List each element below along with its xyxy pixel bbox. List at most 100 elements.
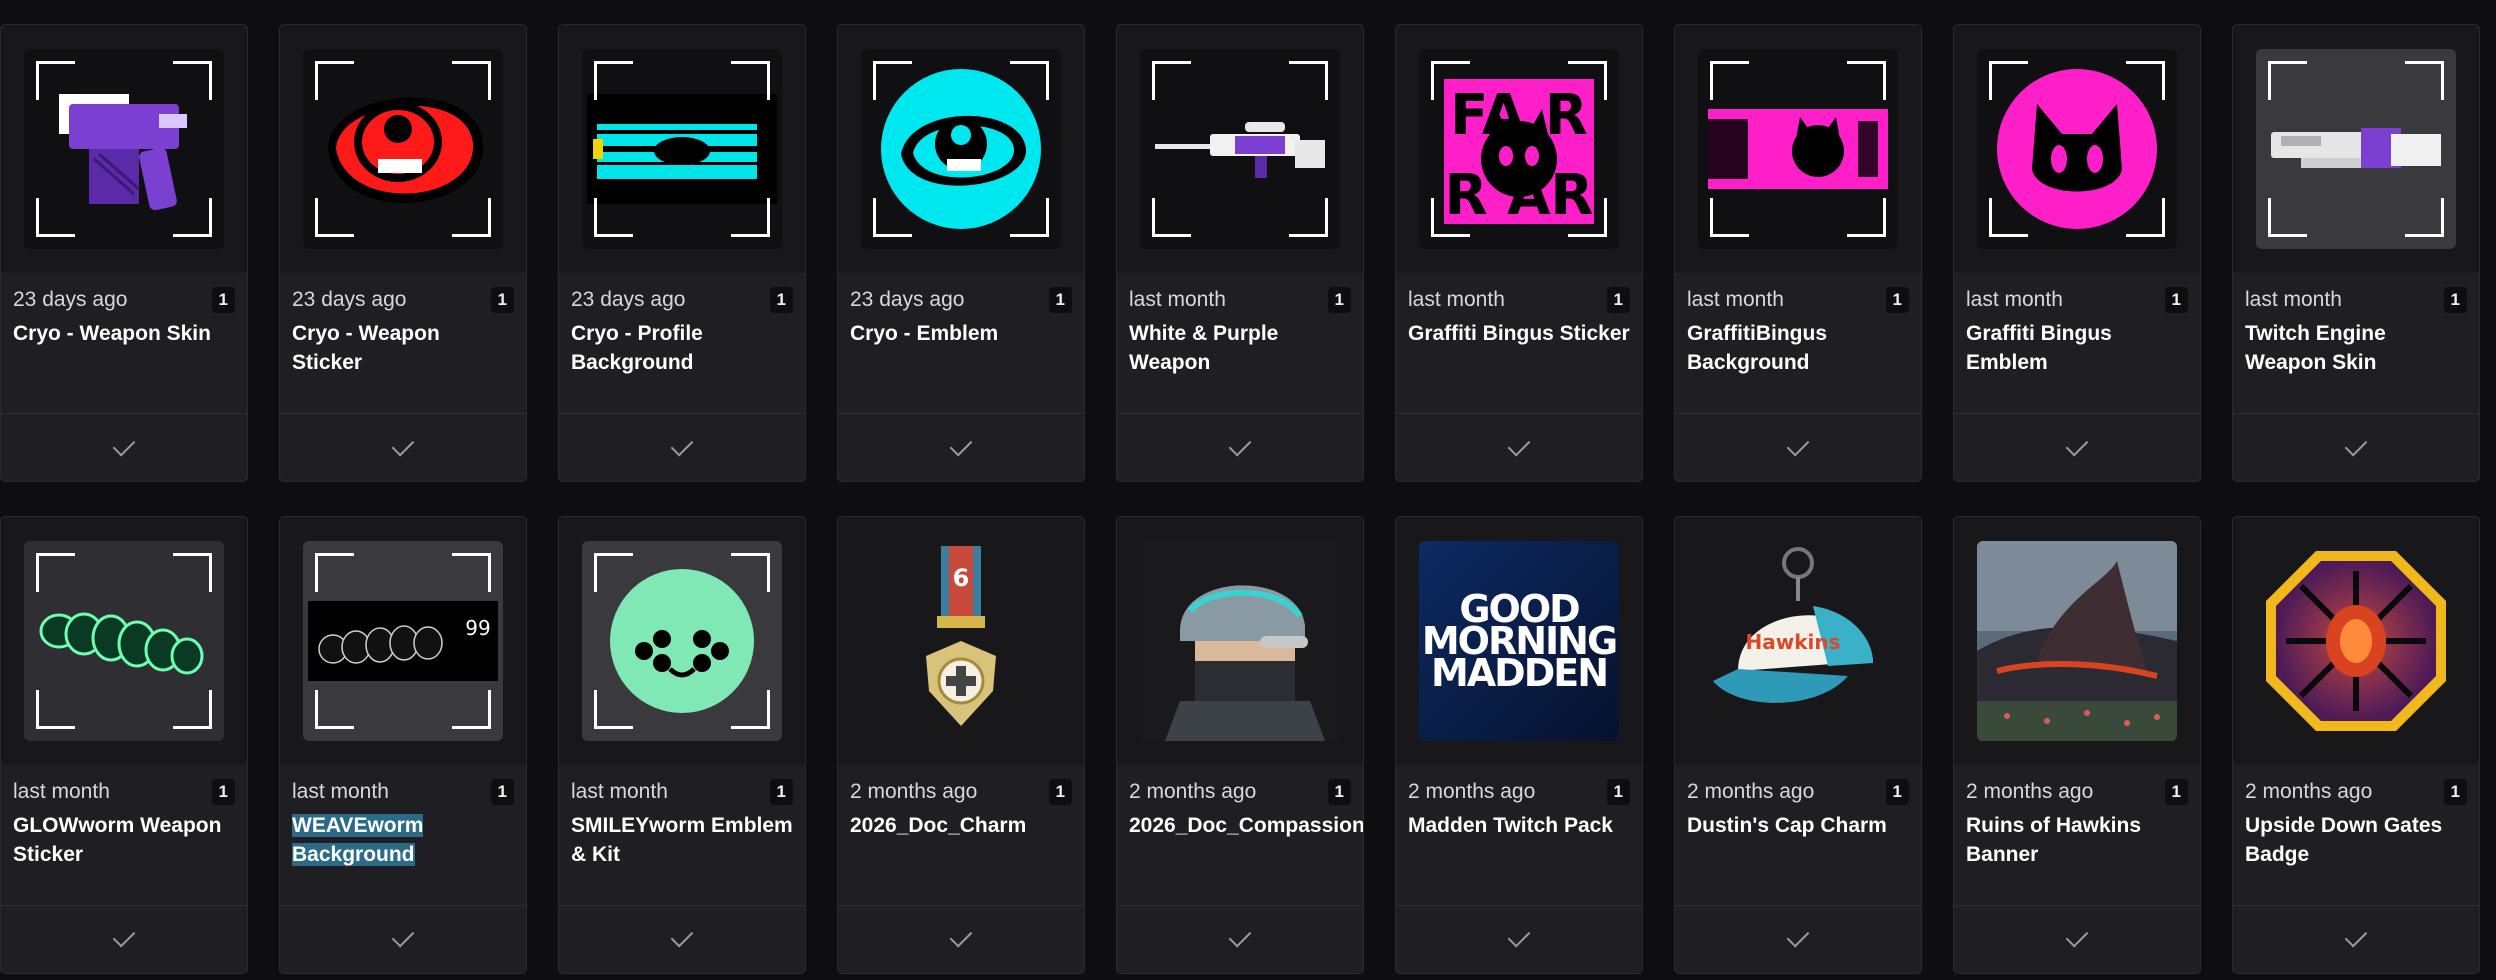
card-meta-row: 2 months ago 1	[1966, 778, 2188, 805]
frame-corner	[315, 61, 354, 100]
claim-status-footer[interactable]	[1675, 413, 1921, 481]
claim-status-footer[interactable]	[838, 413, 1084, 481]
card-meta-row: 2 months ago 1	[1408, 778, 1630, 805]
frame-corner	[731, 689, 770, 729]
claim-status-footer[interactable]	[2233, 904, 2479, 973]
card-meta-row: 2 months ago 1	[1687, 778, 1909, 805]
frame-corner	[1289, 61, 1328, 100]
claim-status-footer[interactable]	[559, 904, 805, 973]
inventory-card[interactable]: 23 days ago 1 Cryo - Weapon Sticker	[279, 24, 527, 482]
inventory-card[interactable]: last month 1 Graffiti Bingus Emblem	[1953, 24, 2201, 482]
cyan-glitch-background-icon	[582, 49, 782, 249]
claim-status-footer[interactable]	[1396, 904, 1642, 973]
card-meta-row: last month 1	[1966, 287, 2188, 313]
acquired-date: last month	[292, 779, 389, 803]
card-thumbnail-area: 99	[280, 516, 526, 765]
inventory-card[interactable]: last month 1 White & Purple Weapon	[1116, 24, 1364, 482]
inventory-card[interactable]: last month 1 GraffitiBingus Background	[1674, 24, 1922, 482]
frame-corner	[2268, 61, 2307, 100]
claim-status-footer[interactable]	[1954, 904, 2200, 973]
claim-status-footer[interactable]	[1117, 413, 1363, 481]
inventory-card[interactable]: last month 1 SMILEYworm Emblem & Kit	[558, 515, 806, 974]
frame-corner	[1010, 198, 1049, 237]
quantity-badge: 1	[2164, 287, 2188, 313]
frame-corner	[594, 198, 633, 237]
inventory-card[interactable]: last month 1 Twitch Engine Weapon Skin	[2232, 24, 2480, 482]
claim-status-footer[interactable]	[280, 413, 526, 481]
quantity-badge: 1	[2443, 778, 2467, 805]
claim-status-footer[interactable]	[1117, 904, 1363, 973]
inventory-card[interactable]: Hawkins 2 months ago 1 Dustin's Cap Charm	[1674, 515, 1922, 974]
quantity-badge: 1	[211, 287, 235, 313]
claim-status-footer[interactable]	[2233, 413, 2479, 481]
checkmark-icon	[2065, 924, 2089, 948]
frame-corner	[36, 198, 75, 237]
pink-cat-emblem-icon	[1977, 49, 2177, 249]
inventory-card[interactable]: 99 last month 1 WEAVEworm Background	[279, 515, 527, 974]
claim-status-footer[interactable]	[1, 904, 247, 973]
inventory-card[interactable]: 23 days ago 1 Cryo - Weapon Skin	[0, 24, 248, 482]
item-name: Cryo - Weapon Sticker	[292, 322, 440, 374]
card-meta-row: last month 1	[571, 778, 793, 805]
quantity-badge: 1	[1048, 778, 1072, 805]
acquired-date: last month	[1408, 288, 1505, 311]
good-morning-madden-icon: GOOD MORNING MADDEN	[1419, 540, 1619, 741]
inventory-card[interactable]: GOOD MORNING MADDEN 2 months ago 1 Madden Twi…	[1395, 515, 1643, 974]
frame-corner	[173, 61, 212, 100]
card-meta-row: last month 1	[1408, 287, 1630, 313]
frame-corner	[452, 61, 491, 100]
checkmark-icon	[1228, 433, 1252, 456]
item-name: Cryo - Emblem	[850, 322, 999, 345]
item-name: Graffiti Bingus Emblem	[1966, 322, 2112, 374]
inventory-card[interactable]: FA R R AR last month 1 Graffiti Bingus Sti…	[1395, 24, 1643, 482]
frame-corner	[1289, 198, 1328, 237]
claim-status-footer[interactable]	[1, 413, 247, 481]
claim-status-footer[interactable]	[838, 904, 1084, 973]
acquired-date: 2 months ago	[1687, 779, 1815, 803]
frame-corner	[594, 61, 633, 100]
item-name: Upside Down Gates Badge	[2245, 813, 2443, 866]
item-name: 2026_Doc_Charm	[850, 813, 1027, 837]
item-name: 2026_Doc_Compassion	[1129, 813, 1364, 837]
inventory-card[interactable]: 23 days ago 1 Cryo - Emblem	[837, 24, 1085, 482]
card-meta-row: 2 months ago 1	[2245, 778, 2467, 805]
inventory-card[interactable]: 6 2 months ago 1 2026_Doc_Charm	[837, 515, 1085, 974]
card-info: last month 1 Twitch Engine Weapon Skin	[2233, 273, 2479, 413]
card-info: last month 1 GLOWworm Weapon Sticker	[1, 765, 247, 905]
inventory-card[interactable]: 2 months ago 1 Upside Down Gates Badge	[2232, 515, 2480, 974]
inventory-grid: 23 days ago 1 Cryo - Weapon Skin 23 days a…	[0, 0, 2496, 980]
claim-status-footer[interactable]	[280, 904, 526, 973]
inventory-card[interactable]: last month 1 GLOWworm Weapon Sticker	[0, 515, 248, 974]
quantity-badge: 1	[1606, 778, 1630, 805]
card-thumbnail-area	[1117, 516, 1363, 765]
smiley-face-emblem-icon	[582, 540, 782, 741]
inventory-card[interactable]: 2 months ago 1 Ruins of Hawkins Banner	[1953, 515, 2201, 974]
frame-corner	[315, 552, 354, 592]
card-thumbnail-area	[1117, 25, 1363, 273]
acquired-date: 23 days ago	[13, 288, 128, 311]
frame-corner	[731, 198, 770, 237]
card-thumbnail-area	[2233, 516, 2479, 765]
inventory-card[interactable]: 23 days ago 1 Cryo - Profile Background	[558, 24, 806, 482]
claim-status-footer[interactable]	[1954, 413, 2200, 481]
card-thumbnail-area	[1, 25, 247, 273]
acquired-date: 2 months ago	[2245, 779, 2373, 803]
card-meta-row: last month 1	[1687, 287, 1909, 313]
item-name: Madden Twitch Pack	[1408, 813, 1613, 837]
inventory-card[interactable]: 2 months ago 1 2026_Doc_Compassion	[1116, 515, 1364, 974]
cap-charm-icon: Hawkins	[1698, 541, 1898, 741]
claim-status-footer[interactable]	[1675, 904, 1921, 973]
claim-status-footer[interactable]	[559, 413, 805, 481]
frame-corner	[2405, 61, 2444, 100]
acquired-date: 2 months ago	[850, 779, 978, 803]
claim-status-footer[interactable]	[1396, 413, 1642, 481]
green-worm-sticker-icon	[24, 540, 224, 741]
checkmark-icon	[1507, 924, 1531, 948]
quantity-badge: 1	[211, 778, 235, 805]
checkmark-icon	[2344, 924, 2368, 948]
svg-text:6: 6	[953, 564, 970, 592]
svg-text:99: 99	[465, 616, 490, 640]
quantity-badge: 1	[1885, 287, 1909, 313]
frame-corner	[2268, 198, 2307, 237]
checkmark-icon	[670, 433, 694, 456]
